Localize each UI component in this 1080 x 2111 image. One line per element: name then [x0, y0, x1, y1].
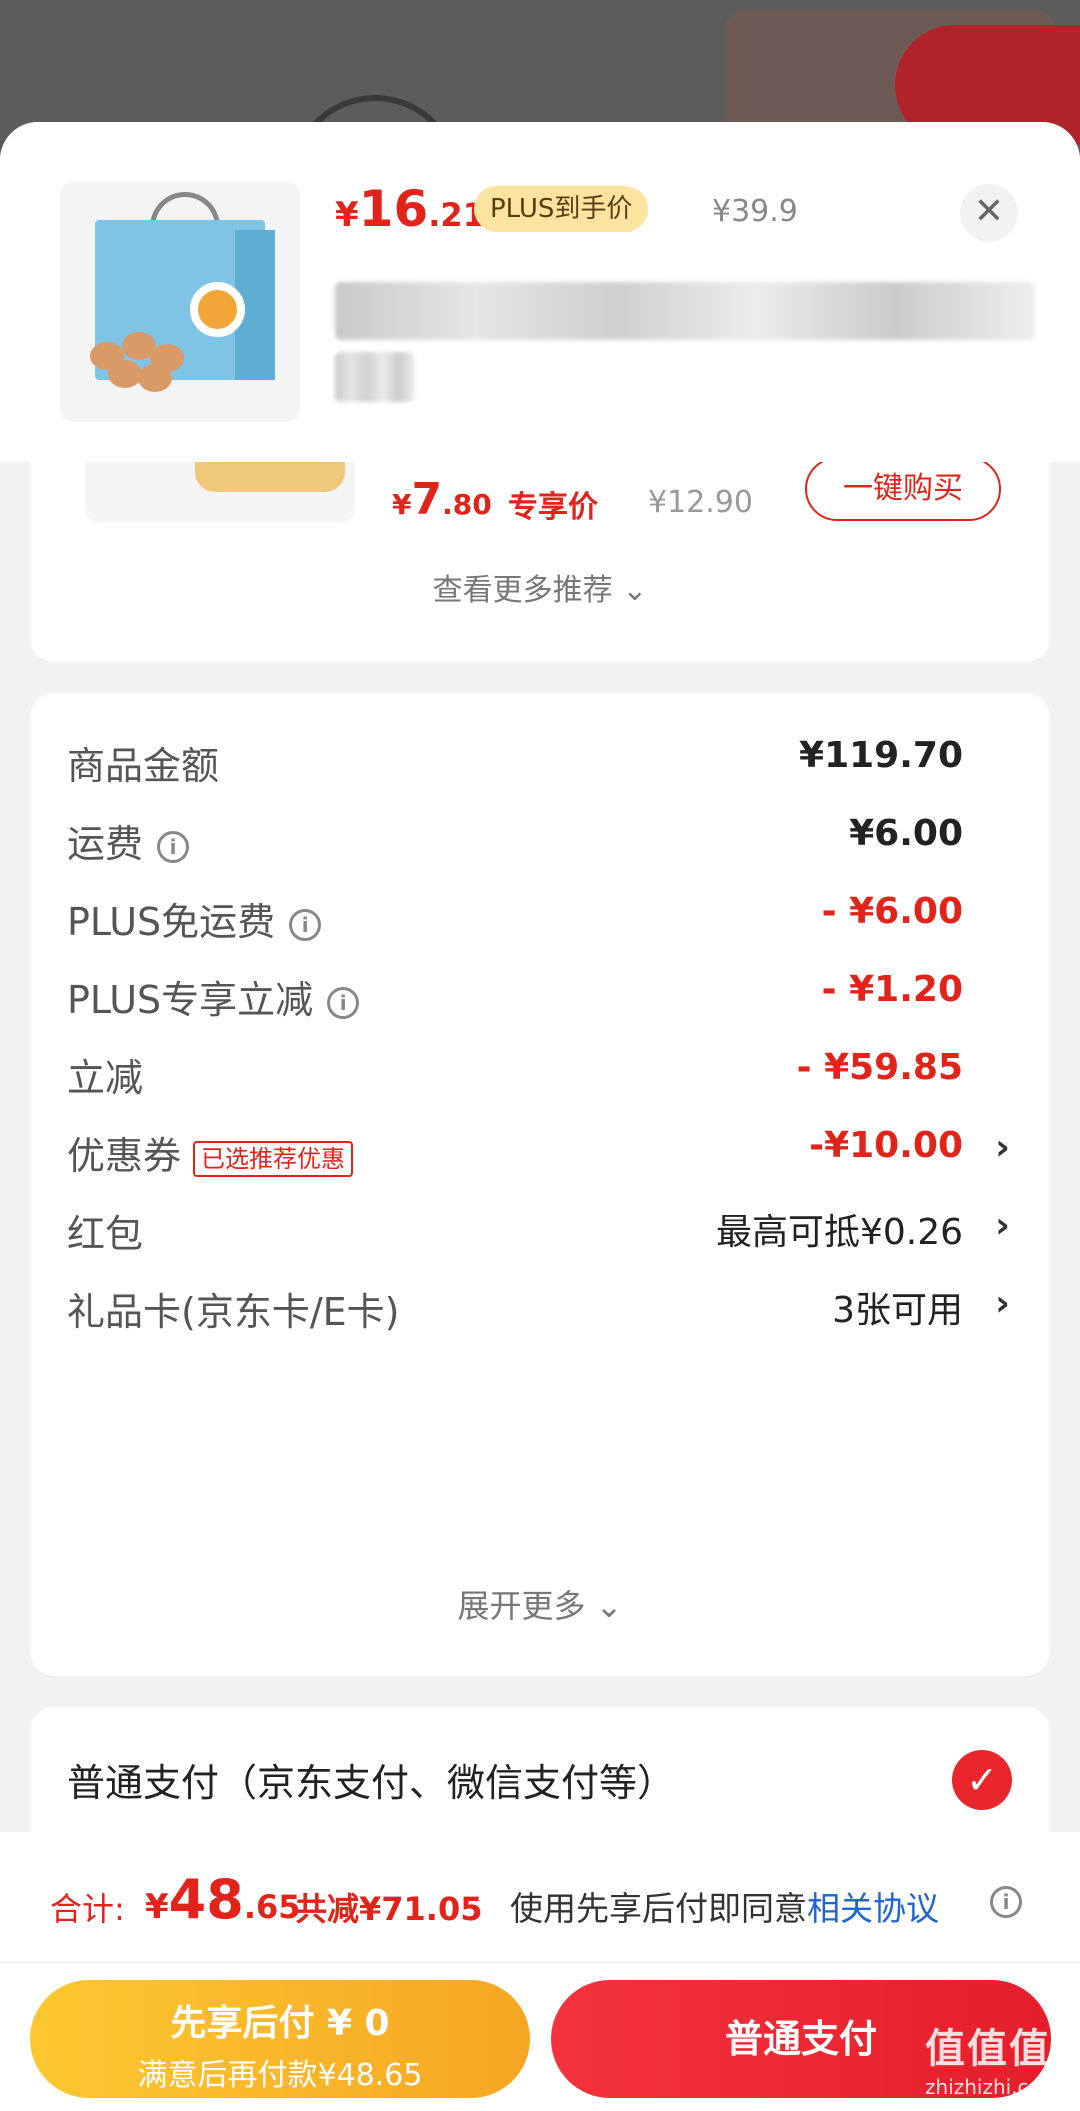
payment-method-label: 普通支付（京东支付、微信支付等） — [67, 1761, 676, 1805]
row-plus-discount: PLUS专享立减 i - ¥1.20 — [30, 963, 1050, 1023]
one-click-buy-button[interactable]: 一键购买 — [805, 457, 1001, 521]
watermark-logo: 值值值 — [925, 2026, 1051, 2072]
price-currency: ¥ — [392, 488, 412, 521]
row-label: 优惠券 — [67, 1134, 182, 1178]
row-label: PLUS专享立减 — [67, 978, 314, 1022]
row-value: 最高可抵¥0.26 — [715, 1212, 963, 1253]
price-integer: 7 — [411, 474, 443, 525]
bottom-bar: 合计: ¥48.65 共减¥71.05 使用先享后付即同意相关协议 i 先享后付… — [0, 1832, 1080, 2111]
agreement-link[interactable]: 相关协议 — [807, 1889, 939, 1928]
row-coupon[interactable]: 优惠券 已选推荐优惠 -¥10.00 › — [30, 1119, 1050, 1179]
total-label: 合计: — [50, 1890, 125, 1928]
row-label: PLUS免运费 — [67, 900, 276, 944]
row-label-wrap: 运费 i — [67, 813, 190, 868]
product-image — [60, 182, 300, 422]
exclusive-price-tag: 专享价 — [508, 490, 598, 525]
row-value: 3张可用 — [832, 1290, 963, 1331]
info-icon[interactable]: i — [327, 986, 360, 1019]
row-value: - ¥6.00 — [821, 891, 963, 932]
row-label: 商品金额 — [67, 744, 220, 788]
row-value: -¥10.00 — [809, 1125, 963, 1166]
original-price: ¥39.9 — [712, 194, 798, 229]
row-value: - ¥1.20 — [821, 969, 963, 1010]
total-saved: 共减¥71.05 — [295, 1890, 483, 1928]
background-page — [0, 0, 1080, 265]
close-button[interactable]: ✕ — [960, 184, 1018, 242]
info-icon[interactable]: i — [990, 1886, 1022, 1918]
row-label-wrap: 优惠券 已选推荐优惠 — [67, 1125, 354, 1180]
info-icon[interactable]: i — [157, 830, 190, 863]
price-integer: 48 — [168, 1868, 244, 1931]
divider — [0, 1962, 1080, 1963]
info-icon[interactable]: i — [289, 908, 322, 941]
recommended-coupon-badge: 已选推荐优惠 — [193, 1140, 354, 1177]
row-plus-free-shipping: PLUS免运费 i - ¥6.00 — [30, 885, 1050, 945]
pay-later-subtitle: 满意后再付款¥48.65 — [137, 2058, 423, 2093]
total-price: ¥48.65 — [145, 1868, 301, 1931]
watermark-url: zhizhizhi.com — [925, 2075, 1061, 2099]
product-title-blurred — [335, 282, 1035, 340]
row-value: ¥119.70 — [799, 735, 963, 776]
row-label: 运费 — [67, 822, 144, 866]
expand-more-button[interactable]: 展开更多 ⌄ — [30, 1581, 1050, 1627]
recommendation-price: ¥7.80 — [392, 474, 492, 525]
recommendation-original-price: ¥12.90 — [648, 485, 753, 520]
agreement-text: 使用先享后付即同意相关协议 — [510, 1882, 939, 1930]
row-shipping: 运费 i ¥6.00 — [30, 807, 1050, 867]
price-decimal: .80 — [442, 488, 492, 521]
agreement-prefix: 使用先享后付即同意 — [510, 1889, 807, 1928]
product-title-blurred — [335, 352, 415, 402]
row-gift-card[interactable]: 礼品卡(京东卡/E卡) 3张可用 › — [30, 1275, 1050, 1335]
row-label: 礼品卡(京东卡/E卡) — [67, 1290, 400, 1334]
pay-later-button[interactable]: 先享后付 ¥ 0 满意后再付款¥48.65 — [30, 1980, 530, 2098]
checkout-sheet: ¥16.21 PLUS到手价 ¥39.9 ✕ ¥7.80 专享价 ¥12.90 … — [0, 122, 1080, 2111]
row-label-wrap: PLUS专享立减 i — [67, 969, 360, 1024]
price-integer: 16 — [358, 180, 429, 238]
row-label: 立减 — [67, 1056, 144, 1100]
egg-graphic — [108, 360, 142, 388]
row-value: ¥6.00 — [849, 813, 963, 854]
check-icon[interactable]: ✓ — [952, 1750, 1012, 1810]
price-detail-card: 商品金额 ¥119.70 运费 i ¥6.00 PLUS免运费 i - ¥6.00 … — [30, 693, 1050, 1676]
chevron-right-icon[interactable]: › — [995, 1127, 1010, 1168]
egg-yolk-graphic — [190, 282, 245, 337]
view-more-recommendations[interactable]: 查看更多推荐 ⌄ — [30, 565, 1050, 609]
egg-graphic — [138, 364, 172, 392]
product-price: ¥16.21 — [335, 180, 485, 238]
row-goods-amount: 商品金额 ¥119.70 — [30, 729, 1050, 789]
product-header: ¥16.21 PLUS到手价 ¥39.9 ✕ — [0, 122, 1080, 462]
price-currency: ¥ — [145, 1887, 169, 1927]
summary-row: 合计: ¥48.65 共减¥71.05 使用先享后付即同意相关协议 i — [0, 1832, 1080, 1962]
price-currency: ¥ — [335, 195, 359, 235]
chevron-right-icon[interactable]: › — [995, 1205, 1010, 1246]
price-decimal: .65 — [243, 1888, 301, 1926]
row-value: - ¥59.85 — [796, 1047, 963, 1088]
pay-later-title: 先享后付 ¥ 0 — [170, 2003, 390, 2044]
row-label: 红包 — [67, 1212, 144, 1256]
row-instant-discount: 立减 - ¥59.85 — [30, 1041, 1050, 1101]
plus-price-tag: PLUS到手价 — [474, 186, 649, 232]
row-label-wrap: PLUS免运费 i — [67, 891, 322, 946]
chevron-right-icon[interactable]: › — [995, 1283, 1010, 1324]
row-red-packet[interactable]: 红包 最高可抵¥0.26 › — [30, 1197, 1050, 1257]
